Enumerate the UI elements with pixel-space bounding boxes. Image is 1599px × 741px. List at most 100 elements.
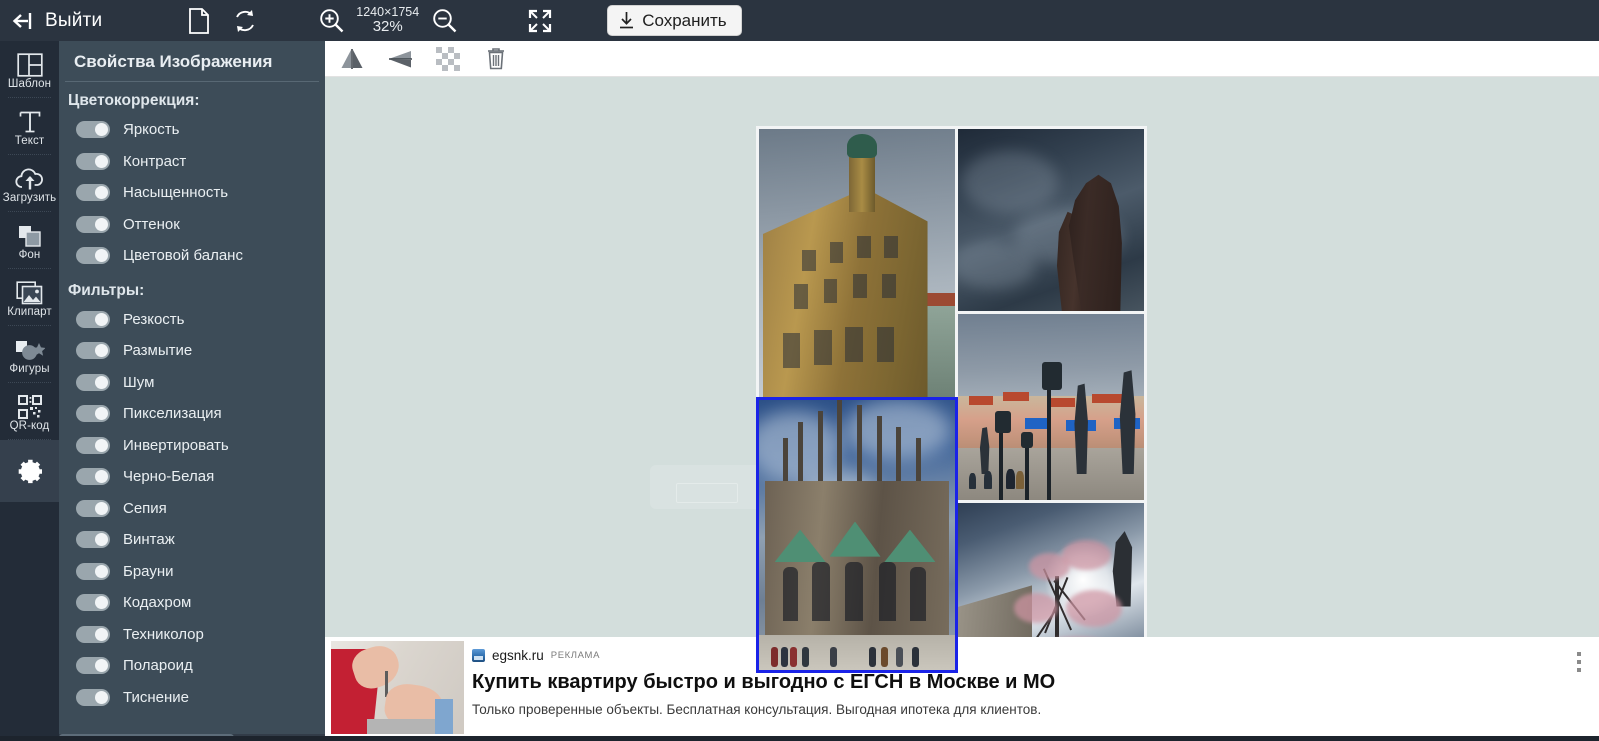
toggle-switch[interactable] [76,184,110,202]
ad-header: egsnk.ru РЕКЛАМА [472,648,1599,663]
collage-tile-cathedral[interactable] [756,397,958,673]
option-label: Инвертировать [123,436,229,454]
toggle-switch[interactable] [76,688,110,706]
option-invert[interactable]: Инвертировать [59,430,325,462]
left-sidebar: Шаблон Текст Загрузить Фон Клипарт Фигур… [0,41,59,741]
sidebar-label: Фигуры [9,363,50,375]
sidebar-item-qrcode[interactable]: QR-код [0,383,59,440]
transparency-button[interactable] [429,43,467,75]
toggle-switch[interactable] [76,562,110,580]
sidebar-label: Шаблон [7,78,52,90]
shapes-icon [15,334,45,362]
toggle-switch[interactable] [76,121,110,139]
text-icon [18,106,42,134]
toggle-switch[interactable] [76,625,110,643]
option-noise[interactable]: Шум [59,367,325,399]
exit-button[interactable]: Выйти [6,0,108,41]
toggle-switch[interactable] [76,499,110,517]
option-sepia[interactable]: Сепия [59,493,325,525]
option-brownie[interactable]: Брауни [59,556,325,588]
ad-label: РЕКЛАМА [550,650,601,661]
flip-horizontal-icon [339,48,365,70]
sidebar-item-text[interactable]: Текст [0,98,59,155]
sidebar-label: Фон [18,249,41,261]
option-label: Кодахром [123,594,192,612]
trash-icon [485,46,507,71]
toggle-switch[interactable] [76,531,110,549]
sidebar-item-clipart[interactable]: Клипарт [0,269,59,326]
flip-vertical-button[interactable] [381,43,419,75]
toggle-switch[interactable] [76,373,110,391]
option-label: Шум [123,373,155,391]
ad-image [331,641,464,734]
sidebar-empty-area [0,502,59,622]
sidebar-label: Клипарт [7,306,52,318]
collage-tile-charles-bridge[interactable] [958,314,1144,500]
collage-tile-ornate-building[interactable] [759,129,955,397]
toggle-switch[interactable] [76,152,110,170]
reload-button[interactable] [222,0,268,41]
image-edit-toolbar [325,41,1599,77]
option-polaroid[interactable]: Полароид [59,650,325,682]
sidebar-label: Загрузить [2,192,57,204]
reload-icon [232,8,258,34]
exit-arrow-icon [12,10,38,32]
toggle-switch[interactable] [76,405,110,423]
option-technicolor[interactable]: Техниколор [59,619,325,651]
toggle-switch[interactable] [76,468,110,486]
toggle-switch[interactable] [76,215,110,233]
option-kodachrome[interactable]: Кодахром [59,587,325,619]
zoom-in-button[interactable] [308,0,354,41]
option-brightness[interactable]: Яркость [59,114,325,146]
image-properties-panel: Свойства Изображения Цветокоррекция: Ярк… [59,41,325,741]
zoom-in-icon [318,7,345,34]
option-black-and-white[interactable]: Черно-Белая [59,461,325,493]
toggle-switch[interactable] [76,436,110,454]
toggle-switch[interactable] [76,310,110,328]
save-label: Сохранить [642,10,727,30]
ad-title[interactable]: Купить квартиру быстро и выгодно с ЕГСН … [472,671,1599,694]
option-hue[interactable]: Оттенок [59,209,325,241]
ad-banner[interactable]: egsnk.ru РЕКЛАМА Купить квартиру быстро … [325,637,1599,737]
placeholder-watermark [650,465,766,509]
option-emboss[interactable]: Тиснение [59,682,325,714]
save-button[interactable]: Сохранить [607,5,742,36]
fullscreen-button[interactable] [517,0,563,41]
sidebar-item-shapes[interactable]: Фигуры [0,326,59,383]
collage-tile-statue-silhouette[interactable] [958,129,1144,311]
flip-horizontal-button[interactable] [333,43,371,75]
toggle-switch[interactable] [76,247,110,265]
sidebar-item-template[interactable]: Шаблон [0,41,59,98]
option-pixelate[interactable]: Пикселизация [59,398,325,430]
group-heading: Фильтры: [68,281,145,299]
option-label: Тиснение [123,688,190,706]
sidebar-item-settings[interactable] [0,440,59,502]
top-toolbar: Выйти 1240×1754 32% Сохранить [0,0,1599,41]
option-label: Цветовой баланс [123,247,243,265]
sidebar-label: QR-код [9,420,50,432]
option-saturation[interactable]: Насыщенность [59,177,325,209]
option-label: Сепия [123,499,167,517]
option-blur[interactable]: Размытие [59,335,325,367]
more-vertical-icon[interactable] [1569,649,1589,675]
ad-content: egsnk.ru РЕКЛАМА Купить квартиру быстро … [464,637,1599,737]
delete-button[interactable] [477,43,515,75]
ad-domain[interactable]: egsnk.ru [492,648,544,663]
option-vintage[interactable]: Винтаж [59,524,325,556]
canvas-area [325,41,1599,741]
option-contrast[interactable]: Контраст [59,146,325,178]
download-icon [618,11,635,30]
collage-container[interactable] [756,126,1147,673]
toggle-switch[interactable] [76,342,110,360]
toggle-switch[interactable] [76,594,110,612]
zoom-out-button[interactable] [421,0,467,41]
new-document-button[interactable] [176,0,222,41]
toggle-switch[interactable] [76,657,110,675]
upload-cloud-icon [14,163,45,191]
option-color-balance[interactable]: Цветовой баланс [59,240,325,272]
sidebar-item-upload[interactable]: Загрузить [0,155,59,212]
option-sharpness[interactable]: Резкость [59,304,325,336]
option-label: Яркость [123,121,180,139]
template-icon [16,49,43,77]
sidebar-item-background[interactable]: Фон [0,212,59,269]
